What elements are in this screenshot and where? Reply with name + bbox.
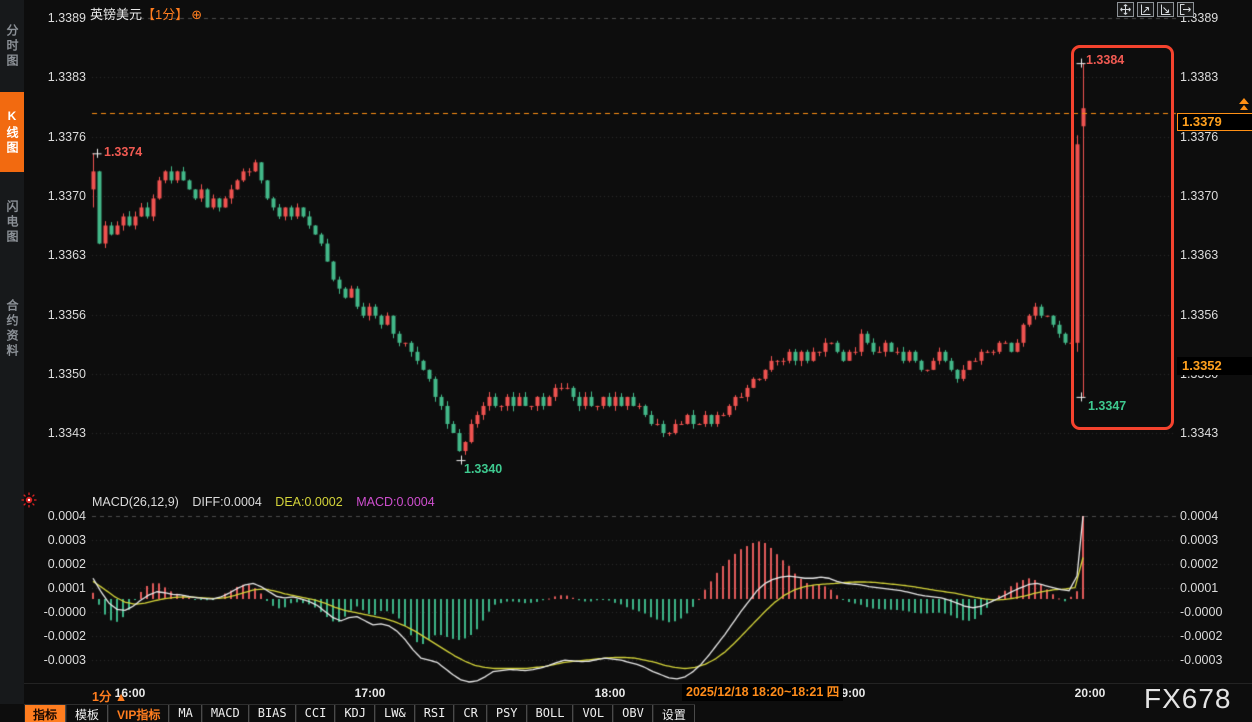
price-axis-label: 1.3376 [1180, 130, 1250, 144]
annotation-spike-high: 1.3384 [1086, 53, 1124, 67]
toolbar-item-rsi[interactable]: RSI [415, 705, 455, 722]
toolbar-item-settings[interactable]: 设置 [653, 705, 695, 722]
toolbar-item-template[interactable]: 模板 [66, 705, 108, 722]
indicator-toolbar: 指标 模板 VIP指标 MA MACD BIAS CCI KDJ LW& RSI… [24, 704, 695, 722]
watermark: FX678 [1144, 683, 1232, 715]
price-axis-label: 1.3383 [1180, 70, 1250, 84]
toolbar-item-vip[interactable]: VIP指标 [108, 705, 169, 722]
macd-axis-label: 0.0004 [1180, 509, 1250, 523]
price-axis-label: 1.3383 [24, 70, 86, 84]
secondary-price-badge: 1.3352 [1177, 357, 1252, 375]
macd-axis-label: 0.0003 [24, 533, 86, 547]
chart-canvas[interactable] [0, 0, 1252, 722]
left-sidebar: 分时图 K线图 闪电图 合约资料 [0, 0, 24, 704]
price-axis-label: 1.3363 [24, 248, 86, 262]
symbol-name: 英镑美元 [90, 7, 142, 22]
toolbar-item-boll[interactable]: BOLL [527, 705, 574, 722]
toolbar-item-indicator[interactable]: 指标 [24, 705, 66, 722]
price-axis-label: 1.3376 [24, 130, 86, 144]
macd-axis-label: -0.0002 [24, 629, 86, 643]
export-icon[interactable] [1177, 2, 1194, 17]
interval-selector[interactable]: 1分 ▲ [92, 686, 127, 705]
price-axis-label: 1.3356 [24, 308, 86, 322]
macd-hist-value: MACD:0.0004 [356, 495, 435, 509]
chart-window: 分时图 K线图 闪电图 合约资料 英镑美元【1分】⊕ 1.3389 1.3383… [0, 0, 1252, 722]
sidebar-tab-lightning[interactable]: 闪电图 [0, 182, 24, 262]
macd-params: MACD(26,12,9) [92, 495, 179, 509]
toolbar-item-cci[interactable]: CCI [296, 705, 336, 722]
toolbar-item-vol[interactable]: VOL [573, 705, 613, 722]
price-axis-label: 1.3356 [1180, 308, 1250, 322]
add-indicator-icon[interactable]: ⊕ [191, 7, 202, 22]
price-axis-label: 1.3389 [24, 11, 86, 25]
indicator-settings-icon[interactable] [21, 492, 37, 513]
toolbar-item-obv[interactable]: OBV [613, 705, 653, 722]
sidebar-tab-kline[interactable]: K线图 [0, 92, 24, 172]
fit-vertical-icon[interactable] [1137, 2, 1154, 17]
macd-axis-label: 0.0001 [24, 581, 86, 595]
sidebar-tab-timeline[interactable]: 分时图 [0, 4, 24, 88]
macd-axis-label: -0.0002 [1180, 629, 1250, 643]
macd-dea-value: DEA:0.0002 [275, 495, 342, 509]
toolbar-item-cr[interactable]: CR [454, 705, 486, 722]
hover-time-tooltip: 2025/12/18 18:20~18:21 四 [682, 684, 843, 701]
time-axis-separator [0, 683, 1252, 684]
price-up-arrow-icon [1238, 97, 1250, 117]
price-axis-label: 1.3370 [1180, 189, 1250, 203]
chart-toolbar-top [1117, 2, 1194, 17]
annotation-open-high: 1.3374 [104, 145, 142, 159]
fit-horizontal-icon[interactable] [1157, 2, 1174, 17]
macd-axis-label: 0.0001 [1180, 581, 1250, 595]
macd-axis-label: -0.0003 [24, 653, 86, 667]
pan-icon[interactable] [1117, 2, 1134, 17]
toolbar-item-lwr[interactable]: LW& [375, 705, 415, 722]
macd-diff-value: DIFF:0.0004 [192, 495, 261, 509]
macd-axis-label: -0.0003 [1180, 653, 1250, 667]
price-axis-label: 1.3343 [24, 426, 86, 440]
time-tick: 17:00 [346, 686, 394, 700]
time-tick: 18:00 [586, 686, 634, 700]
spike-highlight-box [1071, 45, 1174, 430]
sidebar-tab-contract-info[interactable]: 合约资料 [0, 270, 24, 388]
annotation-session-low: 1.3340 [464, 462, 502, 476]
toolbar-item-bias[interactable]: BIAS [249, 705, 296, 722]
time-tick: 20:00 [1066, 686, 1114, 700]
price-axis-label: 1.3343 [1180, 426, 1250, 440]
macd-axis-label: 0.0002 [1180, 557, 1250, 571]
toolbar-item-macd[interactable]: MACD [202, 705, 249, 722]
toolbar-item-ma[interactable]: MA [169, 705, 201, 722]
interval-tag: 【1分】 [142, 7, 188, 22]
macd-axis-label: 0.0002 [24, 557, 86, 571]
macd-legend: MACD(26,12,9) DIFF:0.0004 DEA:0.0002 MAC… [92, 495, 445, 509]
price-axis-label: 1.3350 [24, 367, 86, 381]
macd-axis-label: 0.0003 [1180, 533, 1250, 547]
toolbar-item-kdj[interactable]: KDJ [335, 705, 375, 722]
macd-axis-label: -0.0000 [1180, 605, 1250, 619]
annotation-spike-low: 1.3347 [1088, 399, 1126, 413]
price-axis-label: 1.3363 [1180, 248, 1250, 262]
macd-axis-label: -0.0000 [24, 605, 86, 619]
toolbar-item-psy[interactable]: PSY [487, 705, 527, 722]
price-axis-label: 1.3370 [24, 189, 86, 203]
chart-title: 英镑美元【1分】⊕ [90, 4, 202, 23]
